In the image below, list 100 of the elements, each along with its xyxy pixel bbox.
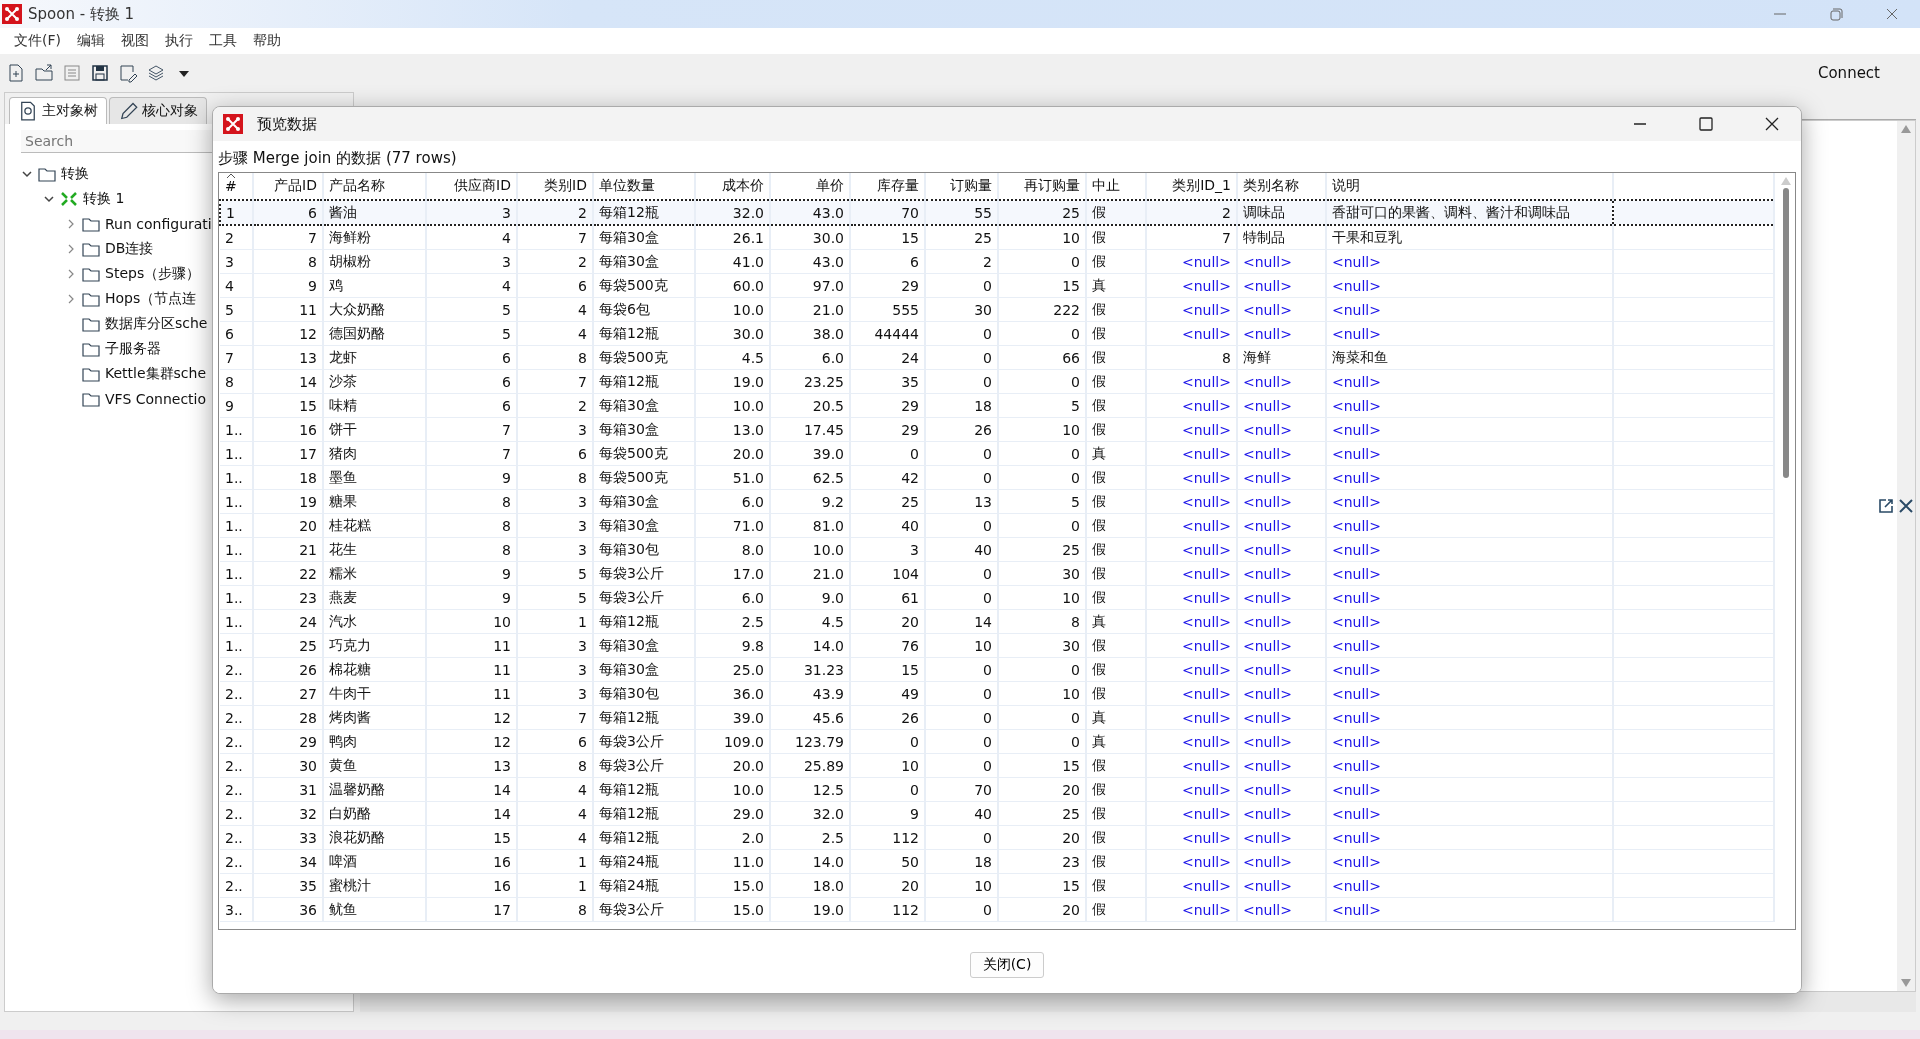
row-number: 1 xyxy=(220,200,253,225)
table-cell: 假 xyxy=(1086,825,1146,850)
table-cell: <null> xyxy=(1326,585,1613,610)
table-cell: 8 xyxy=(426,489,517,514)
table-cell: 14 xyxy=(253,369,323,394)
table-cell: 8 xyxy=(1146,345,1237,370)
table-cell: <null> xyxy=(1326,825,1613,850)
table-cell: 555 xyxy=(850,297,925,322)
table-cell: 7 xyxy=(517,225,593,250)
table-cell: 42 xyxy=(850,465,925,490)
table-cell: 23 xyxy=(253,585,323,610)
table-cell: 沙茶 xyxy=(323,369,426,394)
table-cell: 17.0 xyxy=(695,561,770,586)
table-cell: 每袋3公斤 xyxy=(593,585,695,610)
table-cell: 6 xyxy=(850,249,925,274)
table-cell: 8.0 xyxy=(695,537,770,562)
table-cell: 9.2 xyxy=(770,489,850,514)
table-cell: 222 xyxy=(998,297,1086,322)
table-cell: 蜜桃汁 xyxy=(323,873,426,898)
table-cell: <null> xyxy=(1237,585,1326,610)
table-cell: 15 xyxy=(850,657,925,682)
table-cell: 假 xyxy=(1086,200,1146,225)
table-cell: 19 xyxy=(253,489,323,514)
table-cell: 4 xyxy=(517,801,593,826)
table-cell: 0 xyxy=(998,513,1086,538)
table-cell: 4 xyxy=(517,825,593,850)
row-number: 3 xyxy=(220,249,253,274)
table-cell: 30 xyxy=(925,297,998,322)
table-cell: 假 xyxy=(1086,873,1146,898)
table-cell: 6 xyxy=(517,273,593,298)
table-cell: 3 xyxy=(517,417,593,442)
table-cell: 5 xyxy=(998,393,1086,418)
table-cell: 7 xyxy=(517,705,593,730)
table-cell: 10.0 xyxy=(695,297,770,322)
table-cell: <null> xyxy=(1146,489,1237,514)
table-cell: <null> xyxy=(1237,297,1326,322)
table-cell: 假 xyxy=(1086,369,1146,394)
table-cell: 燕麦 xyxy=(323,585,426,610)
table-cell: <null> xyxy=(1146,393,1237,418)
table-cell: 43.0 xyxy=(770,200,850,225)
table-cell: 假 xyxy=(1086,777,1146,802)
table-cell: <null> xyxy=(1146,753,1237,778)
table-cell: 浪花奶酪 xyxy=(323,825,426,850)
table-cell: 0 xyxy=(925,345,998,370)
table-cell: 10 xyxy=(998,225,1086,250)
table-cell: 24 xyxy=(850,345,925,370)
table-cell: 每箱30盒 xyxy=(593,249,695,274)
table-cell: 5 xyxy=(998,489,1086,514)
table-cell: <null> xyxy=(1326,249,1613,274)
table-cell: 17.45 xyxy=(770,417,850,442)
table-cell: 9 xyxy=(426,465,517,490)
row-number: 8 xyxy=(220,369,253,394)
table-cell: <null> xyxy=(1326,465,1613,490)
table-cell: 10.0 xyxy=(695,777,770,802)
table-cell: 15.0 xyxy=(695,897,770,922)
table-cell: 21 xyxy=(253,537,323,562)
table-cell: 1 xyxy=(517,609,593,634)
table-cell: <null> xyxy=(1146,297,1237,322)
table-cell: <null> xyxy=(1237,633,1326,658)
table-cell: 38.0 xyxy=(770,321,850,346)
table-cell: 18.0 xyxy=(770,873,850,898)
table-cell: 20.0 xyxy=(695,441,770,466)
table-cell: 1 xyxy=(517,849,593,874)
row-number: 1.. xyxy=(220,489,253,514)
table-cell: 4 xyxy=(517,777,593,802)
table-cell: <null> xyxy=(1326,897,1613,922)
table-cell: <null> xyxy=(1326,537,1613,562)
table-cell: 32 xyxy=(253,801,323,826)
row-number: 2.. xyxy=(220,801,253,826)
table-cell: 2 xyxy=(925,249,998,274)
table-cell: 每袋3公斤 xyxy=(593,897,695,922)
row-number: 1.. xyxy=(220,465,253,490)
table-cell: 9.0 xyxy=(770,585,850,610)
table-cell: 30.0 xyxy=(770,225,850,250)
table-cell: 味精 xyxy=(323,393,426,418)
row-number: 2.. xyxy=(220,825,253,850)
table-cell: 白奶酪 xyxy=(323,801,426,826)
table-cell: 17 xyxy=(426,897,517,922)
table-cell: 0 xyxy=(925,561,998,586)
table-cell: 29 xyxy=(850,417,925,442)
table-cell: 真 xyxy=(1086,729,1146,754)
table-cell: 假 xyxy=(1086,249,1146,274)
table-cell: 16 xyxy=(253,417,323,442)
table-cell: 31.23 xyxy=(770,657,850,682)
table-cell: 真 xyxy=(1086,705,1146,730)
table-cell: 10.0 xyxy=(695,393,770,418)
table-cell: <null> xyxy=(1237,801,1326,826)
table-cell: 每袋500克 xyxy=(593,441,695,466)
table-cell: 0 xyxy=(925,273,998,298)
table-cell: 32.0 xyxy=(770,801,850,826)
table-cell: 0 xyxy=(925,513,998,538)
table-cell: 8 xyxy=(426,537,517,562)
table-cell: 49 xyxy=(850,681,925,706)
table-cell: <null> xyxy=(1326,777,1613,802)
table-cell: <null> xyxy=(1326,657,1613,682)
table-cell: 假 xyxy=(1086,561,1146,586)
table-cell: 花生 xyxy=(323,537,426,562)
table-cell: 29 xyxy=(253,729,323,754)
table-cell: 20 xyxy=(998,777,1086,802)
table-cell: 墨鱼 xyxy=(323,465,426,490)
